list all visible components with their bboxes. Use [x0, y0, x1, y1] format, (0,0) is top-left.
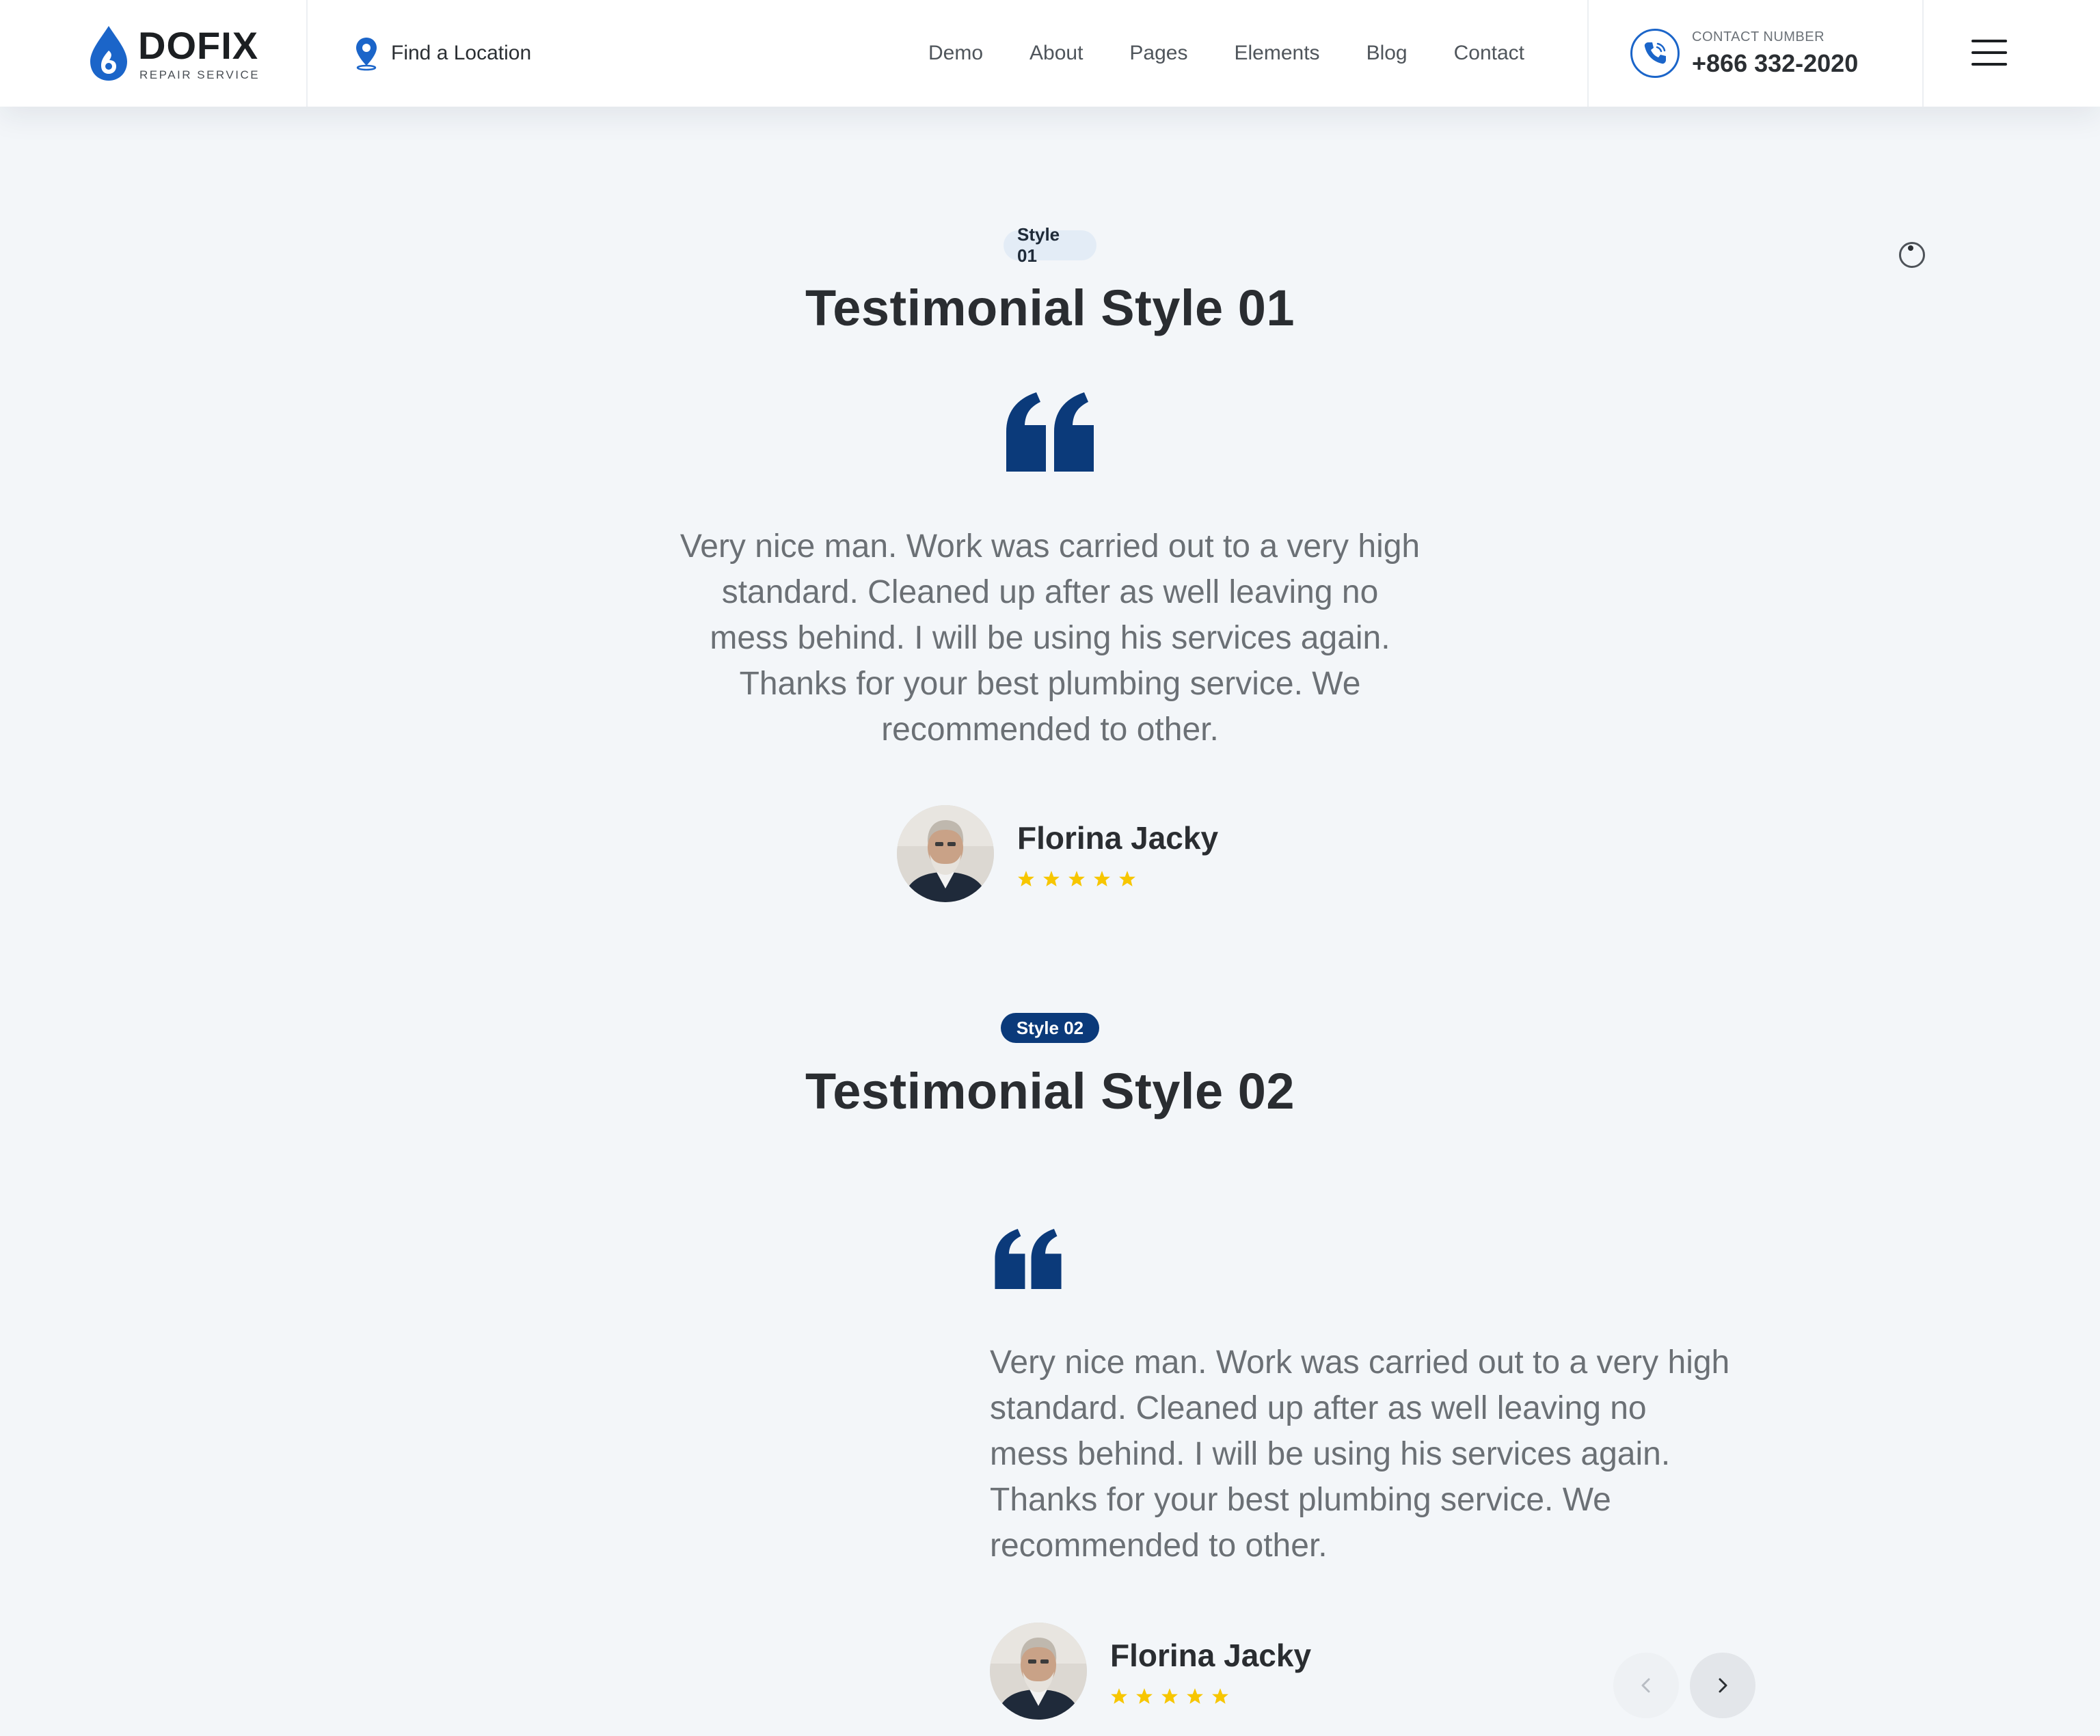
- prev-button[interactable]: [1613, 1653, 1679, 1718]
- header-divider: [1587, 0, 1589, 107]
- logo-name: DOFIX: [138, 23, 259, 67]
- star-icon: [1043, 871, 1060, 886]
- star-icon: [1187, 1688, 1203, 1704]
- nav-about[interactable]: About: [1029, 42, 1083, 65]
- star-icon: [1119, 871, 1135, 886]
- chevron-right-icon: [1719, 1678, 1727, 1693]
- star-icon: [1111, 1688, 1127, 1704]
- author-name: Florina Jacky: [1017, 820, 1219, 856]
- nav-blog[interactable]: Blog: [1367, 42, 1408, 65]
- style-badge: Style 02: [1001, 1013, 1099, 1043]
- hamburger-menu-icon[interactable]: [1971, 40, 2007, 66]
- quote-line: Thanks for your best plumbing service. W…: [739, 666, 1361, 702]
- quote-icon: [995, 1229, 1062, 1289]
- star-icon: [1212, 1688, 1228, 1704]
- nav-elements[interactable]: Elements: [1235, 42, 1320, 65]
- quote-line: standard. Cleaned up after as well leavi…: [721, 574, 1379, 610]
- avatar: [990, 1623, 1087, 1720]
- phone-icon: [1630, 29, 1680, 78]
- star-icon: [1018, 871, 1034, 886]
- quote-line: recommended to other.: [990, 1528, 1328, 1564]
- find-location-link[interactable]: Find a Location: [351, 34, 531, 72]
- section-title: Testimonial Style 01: [805, 280, 1295, 336]
- testimonial-author: Florina Jacky: [897, 805, 1218, 902]
- star-rating: [1017, 870, 1218, 888]
- logo-tagline: REPAIR SERVICE: [139, 68, 260, 81]
- logo-drop-icon: [90, 26, 127, 81]
- main-nav: Demo About Pages Elements Blog Contact: [928, 34, 1524, 72]
- find-location-label: Find a Location: [391, 42, 532, 64]
- header-divider: [306, 0, 308, 107]
- next-button[interactable]: [1690, 1653, 1755, 1718]
- testimonial-quote: Very nice man. Work was carried out to a…: [990, 1340, 1838, 1569]
- spinner-icon: [1899, 242, 1925, 268]
- quote-line: mess behind. I will be using his service…: [710, 620, 1390, 656]
- chevron-left-icon: [1641, 1678, 1650, 1693]
- nav-demo[interactable]: Demo: [928, 42, 983, 65]
- quote-line: Very nice man. Work was carried out to a…: [990, 1344, 1730, 1381]
- quote-icon: [1006, 392, 1094, 472]
- author-name: Florina Jacky: [1110, 1638, 1312, 1673]
- star-icon: [1161, 1688, 1178, 1704]
- testimonial-quote: Very nice man. Work was carried out to a…: [588, 524, 1512, 752]
- testimonial-author: Florina Jacky: [990, 1623, 1311, 1720]
- contact-number-block[interactable]: CONTACT NUMBER +866 332-2020: [1630, 21, 1858, 86]
- star-icon: [1136, 1688, 1153, 1704]
- star-rating: [1110, 1687, 1311, 1705]
- header-divider: [1922, 0, 1924, 107]
- quote-line: Very nice man. Work was carried out to a…: [679, 528, 1421, 565]
- nav-pages[interactable]: Pages: [1129, 42, 1187, 65]
- quote-line: standard. Cleaned up after as well leavi…: [990, 1390, 1647, 1426]
- logo[interactable]: DOFIX REPAIR SERVICE: [86, 25, 271, 82]
- quote-line: mess behind. I will be using his service…: [990, 1436, 1671, 1472]
- quote-line: Thanks for your best plumbing service. W…: [990, 1482, 1611, 1518]
- section-title: Testimonial Style 02: [805, 1063, 1295, 1120]
- star-icon: [1094, 871, 1110, 886]
- quote-line: recommended to other.: [881, 711, 1219, 748]
- site-header: DOFIX REPAIR SERVICE Find a Location Dem…: [0, 0, 2100, 107]
- nav-contact[interactable]: Contact: [1454, 42, 1524, 65]
- contact-number: +866 332-2020: [1692, 49, 1859, 77]
- star-icon: [1068, 871, 1085, 886]
- contact-label: CONTACT NUMBER: [1692, 29, 1825, 44]
- map-pin-icon: [356, 38, 377, 71]
- style-badge: Style 01: [1004, 224, 1096, 266]
- avatar: [897, 805, 994, 902]
